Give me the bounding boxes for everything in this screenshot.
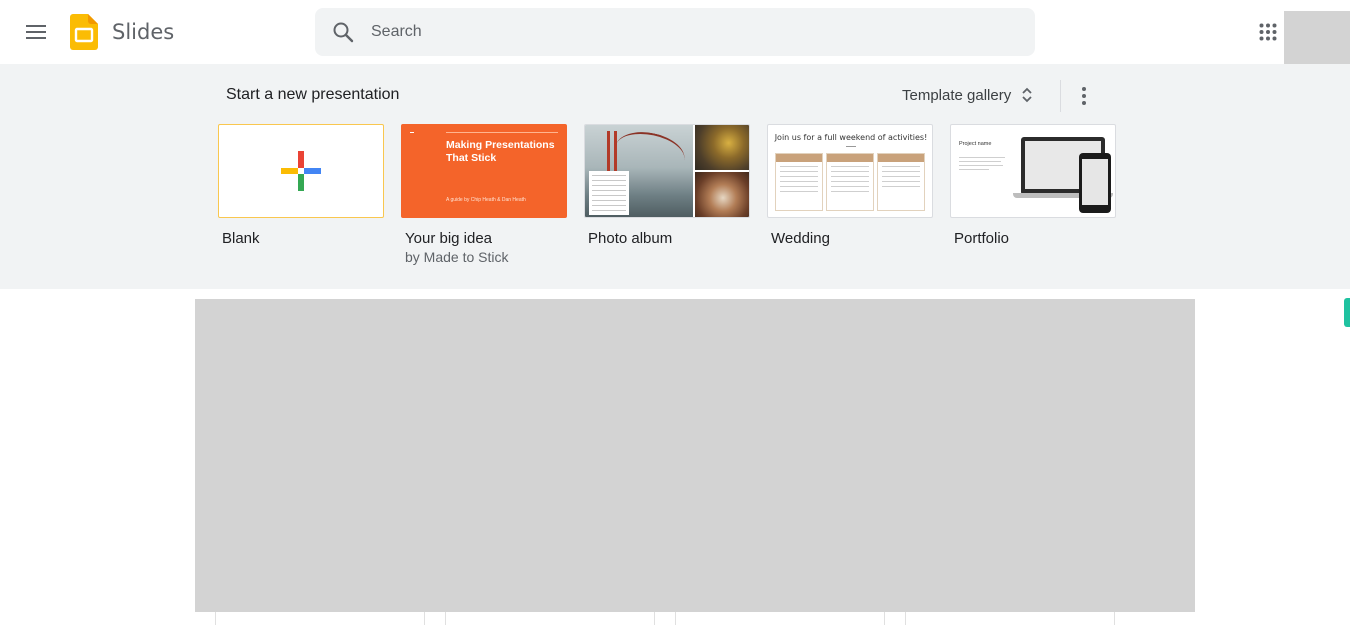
side-panel-toggle[interactable] (1344, 298, 1350, 327)
thumb-title: Making Presentations That Stick (446, 139, 555, 164)
apps-grid-icon (1259, 23, 1277, 41)
table-photo (695, 172, 749, 217)
thumb-text-line (959, 157, 1005, 158)
template-thumbnail[interactable]: Making Presentations That Stick A guide … (401, 124, 567, 218)
template-card-blank[interactable]: Blank (218, 124, 384, 247)
template-thumbnail[interactable]: Project name (950, 124, 1116, 218)
template-section: Start a new presentation Template galler… (0, 64, 1350, 289)
thumb-title: Project name (959, 141, 992, 147)
template-thumbnail[interactable] (218, 124, 384, 218)
app-name[interactable]: Slides (112, 20, 174, 44)
slides-logo-icon[interactable] (70, 14, 98, 50)
phone-image (1079, 153, 1111, 213)
plus-icon (281, 151, 321, 191)
template-thumbnail[interactable]: Join us for a full weekend of activities… (767, 124, 933, 218)
main-menu-button[interactable] (16, 12, 56, 52)
top-header: Slides (0, 0, 1366, 65)
template-section-title: Start a new presentation (226, 86, 400, 103)
template-card-wedding[interactable]: Join us for a full weekend of activities… (767, 124, 933, 247)
template-gallery-button[interactable]: Template gallery (894, 78, 1043, 112)
unfold-icon (1022, 87, 1032, 103)
template-gallery-label: Template gallery (902, 86, 1012, 104)
header-divider (1060, 80, 1061, 112)
thumb-text-block (589, 171, 629, 215)
thumb-subtitle: A guide by Chip Heath & Dan Heath (446, 197, 526, 203)
thumb-column (775, 153, 823, 211)
template-thumbnail[interactable] (584, 124, 750, 218)
hamburger-menu-icon (26, 25, 46, 39)
leaf-photo (695, 125, 749, 170)
template-card-photo-album[interactable]: Photo album (584, 124, 750, 247)
template-card-your-big-idea[interactable]: Making Presentations That Stick A guide … (401, 124, 567, 265)
template-label: Wedding (771, 230, 830, 247)
thumb-text-line (959, 169, 989, 170)
account-avatar[interactable] (1284, 11, 1350, 65)
thumb-decoration (410, 132, 414, 133)
template-label: Portfolio (954, 230, 1010, 247)
recent-documents-placeholder (195, 299, 1195, 612)
search-bar[interactable] (315, 8, 1035, 56)
document-grid-edges (0, 612, 1366, 625)
template-sublabel: by Made to Stick (405, 249, 509, 265)
page-scrollbar[interactable] (1350, 0, 1366, 625)
thumb-title: Join us for a full weekend of activities… (774, 133, 928, 142)
search-icon[interactable] (331, 20, 355, 44)
more-vert-icon (1082, 87, 1086, 105)
thumb-column (877, 153, 925, 211)
thumb-decoration (846, 146, 856, 147)
template-label: Your big idea (405, 230, 493, 247)
search-input[interactable] (371, 8, 1011, 56)
template-label: Blank (222, 230, 260, 247)
thumb-text-line (959, 161, 1001, 162)
template-card-portfolio[interactable]: Project name Portfolio (950, 124, 1116, 247)
bridge-photo (585, 125, 693, 217)
thumb-column (826, 153, 874, 211)
template-label: Photo album (588, 230, 673, 247)
template-more-button[interactable] (1068, 80, 1100, 112)
thumb-decoration (446, 132, 558, 133)
google-apps-button[interactable] (1248, 12, 1288, 52)
thumb-text-line (959, 165, 1003, 166)
